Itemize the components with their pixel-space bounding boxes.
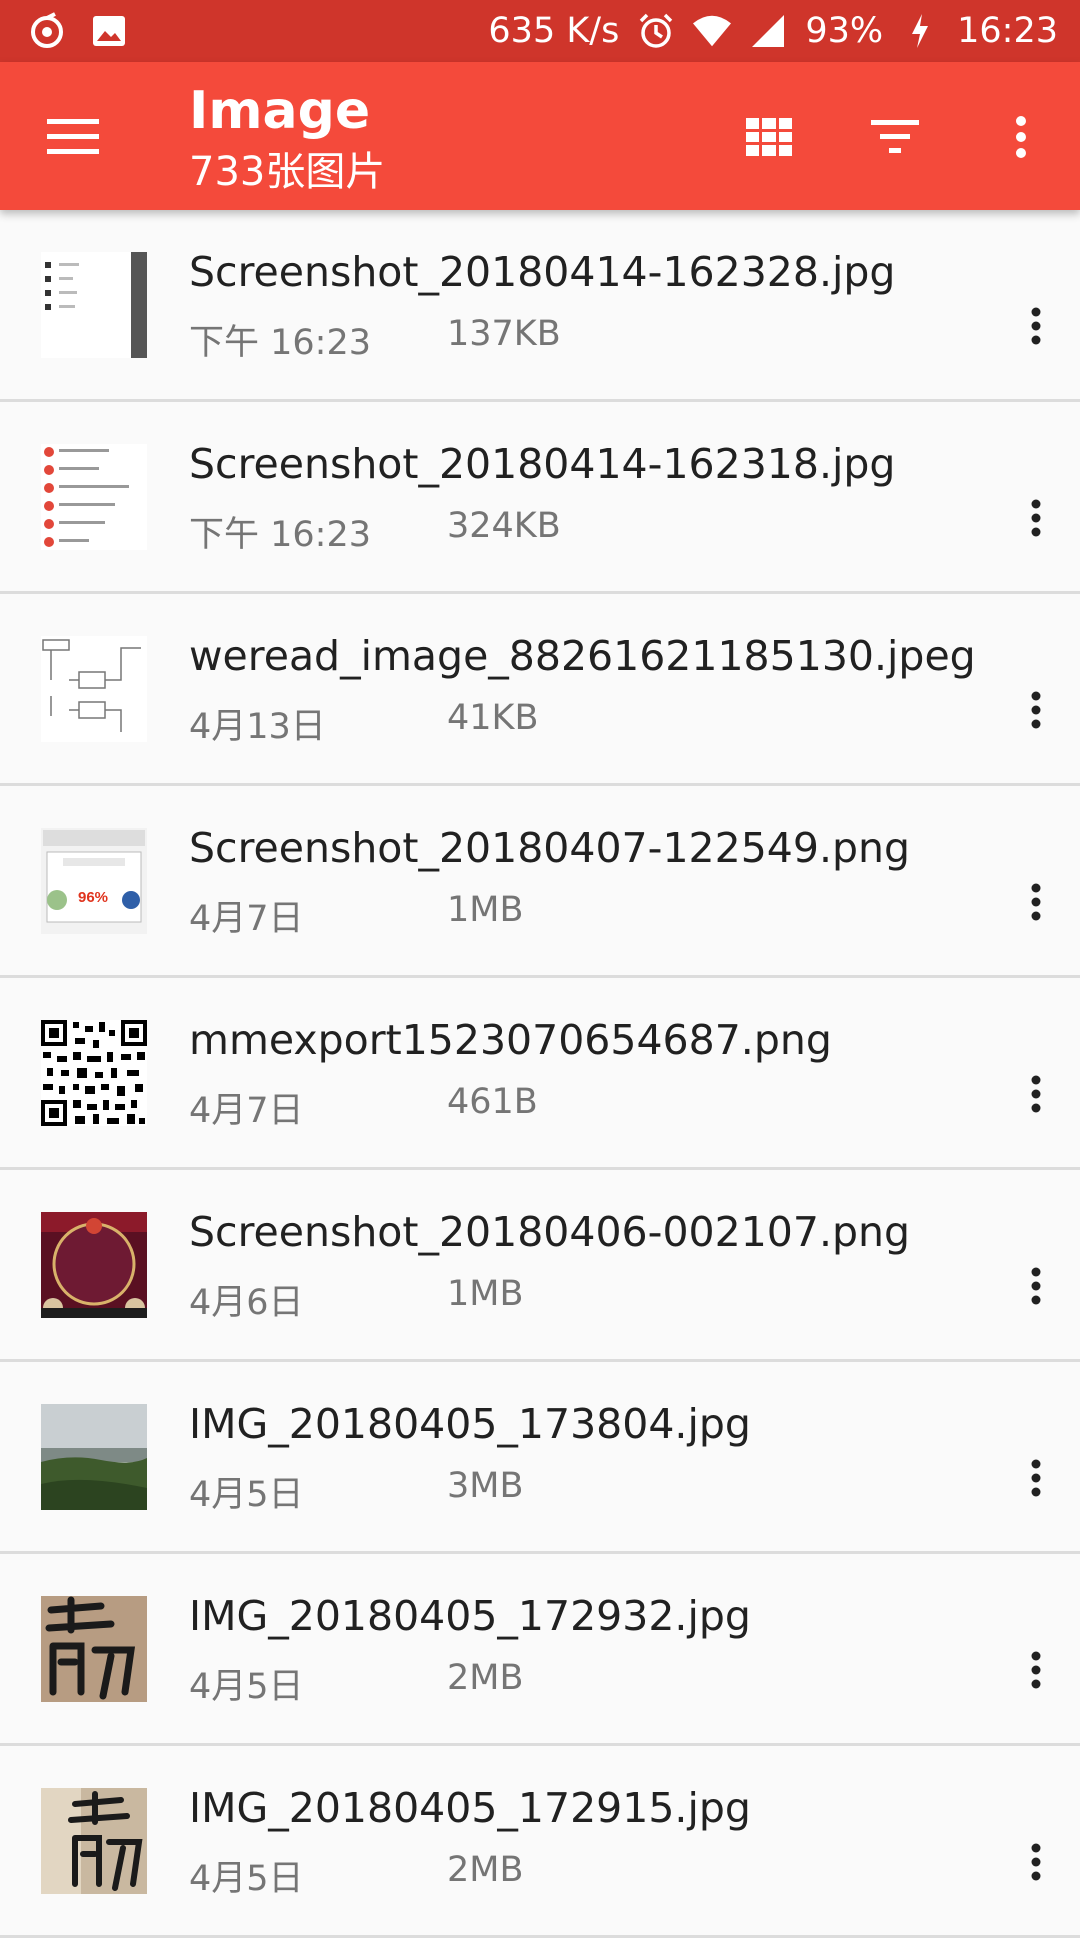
more-vert-icon — [1031, 1651, 1041, 1689]
clock: 16:23 — [957, 11, 1058, 51]
thumbnail — [41, 1020, 147, 1126]
file-name: IMG_20180405_173804.jpg — [189, 1400, 751, 1448]
status-right: 635 K/s 93% 16:23 — [470, 11, 1058, 51]
item-more-button[interactable] — [1016, 1256, 1056, 1316]
app-bar: Image 733张图片 — [0, 62, 1080, 210]
file-size: 3MB — [447, 1466, 524, 1506]
filter-icon — [871, 120, 919, 153]
list-item[interactable]: weread_image_88261621185130.jpeg 4月13日 4… — [0, 594, 1080, 786]
file-size: 137KB — [447, 314, 561, 354]
thumbnail — [41, 1788, 147, 1894]
file-name: IMG_20180405_172915.jpg — [189, 1784, 751, 1832]
more-vert-icon — [1031, 691, 1041, 729]
file-name: Screenshot_20180407-122549.png — [189, 824, 911, 872]
file-name: mmexport1523070654687.png — [189, 1016, 832, 1064]
file-size: 461B — [447, 1082, 538, 1122]
more-vert-icon — [1016, 116, 1026, 158]
alarm-icon — [637, 12, 675, 50]
app-notification-icon — [28, 12, 66, 50]
thumbnail-text: 96% — [78, 889, 108, 906]
filter-button[interactable] — [854, 96, 936, 178]
item-more-button[interactable] — [1016, 488, 1056, 548]
list-item[interactable]: IMG_20180405_173804.jpg 4月5日 3MB — [0, 1362, 1080, 1554]
list-item[interactable]: IMG_20180405_172932.jpg 4月5日 2MB — [0, 1554, 1080, 1746]
item-more-button[interactable] — [1016, 1832, 1056, 1892]
thumbnail — [41, 1404, 147, 1510]
more-vert-icon — [1031, 1843, 1041, 1881]
file-name: weread_image_88261621185130.jpeg — [189, 632, 976, 680]
file-date: 下午 16:23 — [189, 515, 371, 555]
battery-level: 93% — [805, 11, 884, 51]
file-name: Screenshot_20180414-162328.jpg — [189, 248, 896, 296]
list-item[interactable]: Screenshot_20180414-162318.jpg 下午 16:23 … — [0, 402, 1080, 594]
item-more-button[interactable] — [1016, 872, 1056, 932]
more-vert-icon — [1031, 1459, 1041, 1497]
more-vert-icon — [1031, 1267, 1041, 1305]
list-item[interactable]: Screenshot_20180406-002107.png 4月6日 1MB — [0, 1170, 1080, 1362]
file-size: 324KB — [447, 506, 561, 546]
more-vert-icon — [1031, 499, 1041, 537]
file-date: 4月5日 — [189, 1667, 304, 1707]
list-item[interactable]: Screenshot_20180414-162328.jpg 下午 16:23 … — [0, 210, 1080, 402]
item-more-button[interactable] — [1016, 1064, 1056, 1124]
list-item[interactable]: IMG_20180405_172915.jpg 4月5日 2MB — [0, 1746, 1080, 1938]
thumbnail — [41, 1212, 147, 1318]
item-more-button[interactable] — [1016, 680, 1056, 740]
thumbnail — [41, 1596, 147, 1702]
page-title: Image — [189, 81, 371, 141]
wifi-icon — [693, 12, 732, 50]
file-date: 4月13日 — [189, 707, 326, 747]
title-block: Image 733张图片 — [189, 76, 385, 198]
file-date: 下午 16:23 — [189, 323, 371, 363]
file-size: 1MB — [447, 1274, 524, 1314]
thumbnail — [41, 252, 147, 358]
menu-icon — [47, 119, 99, 154]
signal-icon — [749, 12, 787, 50]
file-name: Screenshot_20180406-002107.png — [189, 1208, 911, 1256]
status-bar: 635 K/s 93% 16:23 — [0, 0, 1080, 62]
file-date: 4月7日 — [189, 899, 304, 939]
charging-icon — [901, 12, 939, 50]
grid-view-button[interactable] — [728, 96, 810, 178]
item-more-button[interactable] — [1016, 1448, 1056, 1508]
item-more-button[interactable] — [1016, 1640, 1056, 1700]
file-size: 2MB — [447, 1658, 524, 1698]
file-name: Screenshot_20180414-162318.jpg — [189, 440, 896, 488]
file-date: 4月5日 — [189, 1475, 304, 1515]
menu-button[interactable] — [32, 96, 114, 178]
grid-view-icon — [746, 118, 792, 156]
thumbnail — [41, 444, 147, 550]
image-count: 733张图片 — [189, 149, 386, 195]
file-date: 4月6日 — [189, 1283, 304, 1323]
app-bar-actions — [684, 96, 1062, 178]
file-size: 1MB — [447, 890, 524, 930]
file-size: 2MB — [447, 1850, 524, 1890]
list-item[interactable]: mmexport1523070654687.png 4月7日 461B — [0, 978, 1080, 1170]
file-name: IMG_20180405_172932.jpg — [189, 1592, 751, 1640]
status-left — [28, 12, 152, 50]
network-speed: 635 K/s — [488, 11, 620, 51]
thumbnail: 96% — [41, 828, 147, 934]
thumbnail — [41, 636, 147, 742]
list-item[interactable]: 96% Screenshot_20180407-122549.png 4月7日 … — [0, 786, 1080, 978]
item-more-button[interactable] — [1016, 296, 1056, 356]
more-options-button[interactable] — [980, 96, 1062, 178]
file-list: Screenshot_20180414-162328.jpg 下午 16:23 … — [0, 210, 1080, 1938]
image-notification-icon — [90, 12, 128, 50]
more-vert-icon — [1031, 307, 1041, 345]
file-size: 41KB — [447, 698, 539, 738]
file-date: 4月5日 — [189, 1859, 304, 1899]
more-vert-icon — [1031, 883, 1041, 921]
file-date: 4月7日 — [189, 1091, 304, 1131]
more-vert-icon — [1031, 1075, 1041, 1113]
